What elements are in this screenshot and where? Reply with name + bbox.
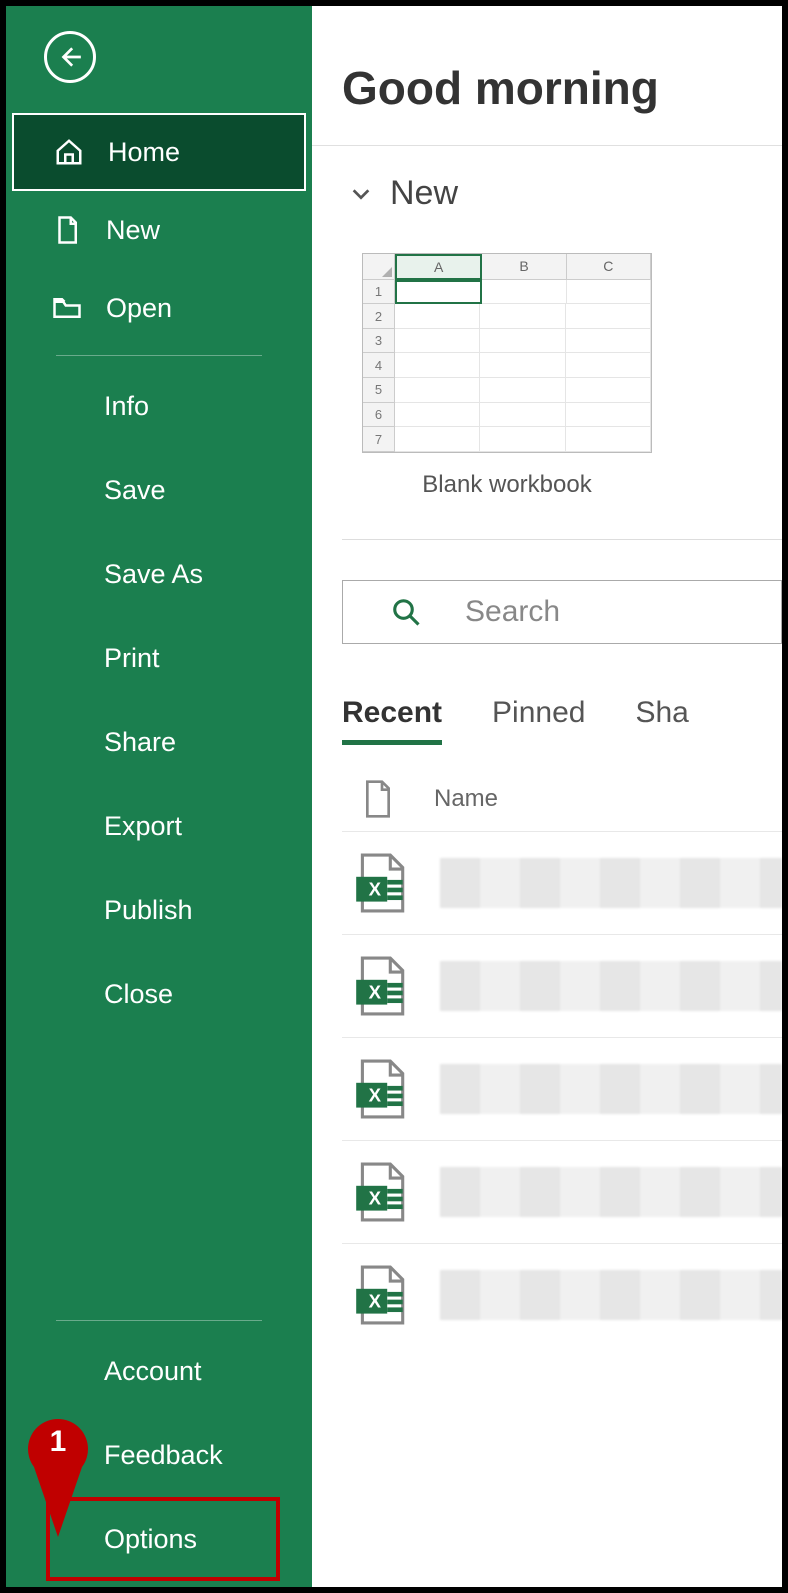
search-input[interactable]: Search <box>342 580 782 644</box>
template-label: Blank workbook <box>362 471 652 499</box>
nav-account[interactable]: Account <box>6 1329 312 1413</box>
tab-pinned[interactable]: Pinned <box>492 696 585 745</box>
search-icon <box>391 597 421 627</box>
excel-file-icon: X <box>350 1161 412 1223</box>
svg-text:X: X <box>369 1290 382 1311</box>
file-row[interactable]: X <box>342 1140 782 1243</box>
home-icon <box>54 137 84 167</box>
nav-close[interactable]: Close <box>6 952 312 1036</box>
nav-feedback[interactable]: Feedback <box>6 1413 312 1497</box>
chevron-down-icon <box>350 183 372 205</box>
nav-print[interactable]: Print <box>6 616 312 700</box>
main-content: Good morning New A B C 1 2 3 4 5 6 7 Bla… <box>312 6 782 1587</box>
svg-text:X: X <box>369 878 382 899</box>
template-blank-workbook[interactable]: A B C 1 2 3 4 5 6 7 Blank workbook <box>362 253 652 499</box>
nav-open[interactable]: Open <box>6 269 312 347</box>
new-section-label: New <box>390 174 458 213</box>
nav-home[interactable]: Home <box>12 113 306 191</box>
nav-save[interactable]: Save <box>6 448 312 532</box>
tab-shared[interactable]: Sha <box>635 696 688 745</box>
nav-divider-bottom <box>56 1320 262 1321</box>
divider <box>342 539 782 540</box>
recent-file-list: X X X X X <box>342 831 782 1346</box>
file-row[interactable]: X <box>342 831 782 934</box>
nav-share[interactable]: Share <box>6 700 312 784</box>
new-section-header[interactable]: New <box>312 146 782 223</box>
nav-save-as[interactable]: Save As <box>6 532 312 616</box>
nav-options[interactable]: Options <box>46 1497 280 1581</box>
sidebar-bottom-group: Account Feedback Options <box>6 1312 312 1587</box>
search-placeholder: Search <box>465 595 560 629</box>
column-name-label: Name <box>434 785 498 813</box>
nav-divider <box>56 355 262 356</box>
folder-open-icon <box>52 293 82 323</box>
file-icon <box>52 215 82 245</box>
file-row[interactable]: X <box>342 1243 782 1346</box>
nav-publish[interactable]: Publish <box>6 868 312 952</box>
file-row[interactable]: X <box>342 1037 782 1140</box>
file-icon <box>362 779 394 819</box>
template-thumbnail: A B C 1 2 3 4 5 6 7 <box>362 253 652 453</box>
svg-text:X: X <box>369 1084 382 1105</box>
nav-new[interactable]: New <box>6 191 312 269</box>
file-row[interactable]: X <box>342 934 782 1037</box>
tab-recent[interactable]: Recent <box>342 696 442 745</box>
nav-export[interactable]: Export <box>6 784 312 868</box>
file-name-redacted <box>440 858 782 908</box>
excel-file-icon: X <box>350 1058 412 1120</box>
arrow-left-icon <box>57 44 83 70</box>
nav-home-label: Home <box>108 137 180 168</box>
svg-text:X: X <box>369 981 382 1002</box>
recent-tabs: Recent Pinned Sha <box>342 696 782 745</box>
excel-file-icon: X <box>350 852 412 914</box>
excel-file-icon: X <box>350 955 412 1017</box>
file-name-redacted <box>440 1167 782 1217</box>
file-name-redacted <box>440 1064 782 1114</box>
back-button[interactable] <box>44 31 96 83</box>
file-name-redacted <box>440 961 782 1011</box>
nav-new-label: New <box>106 215 160 246</box>
svg-text:X: X <box>369 1187 382 1208</box>
excel-file-icon: X <box>350 1264 412 1326</box>
nav-info[interactable]: Info <box>6 364 312 448</box>
file-name-redacted <box>440 1270 782 1320</box>
greeting-title: Good morning <box>312 26 782 145</box>
file-list-header: Name <box>362 779 782 819</box>
backstage-sidebar: Home New Open Info Save Save As Print Sh… <box>6 6 312 1587</box>
nav-open-label: Open <box>106 293 172 324</box>
